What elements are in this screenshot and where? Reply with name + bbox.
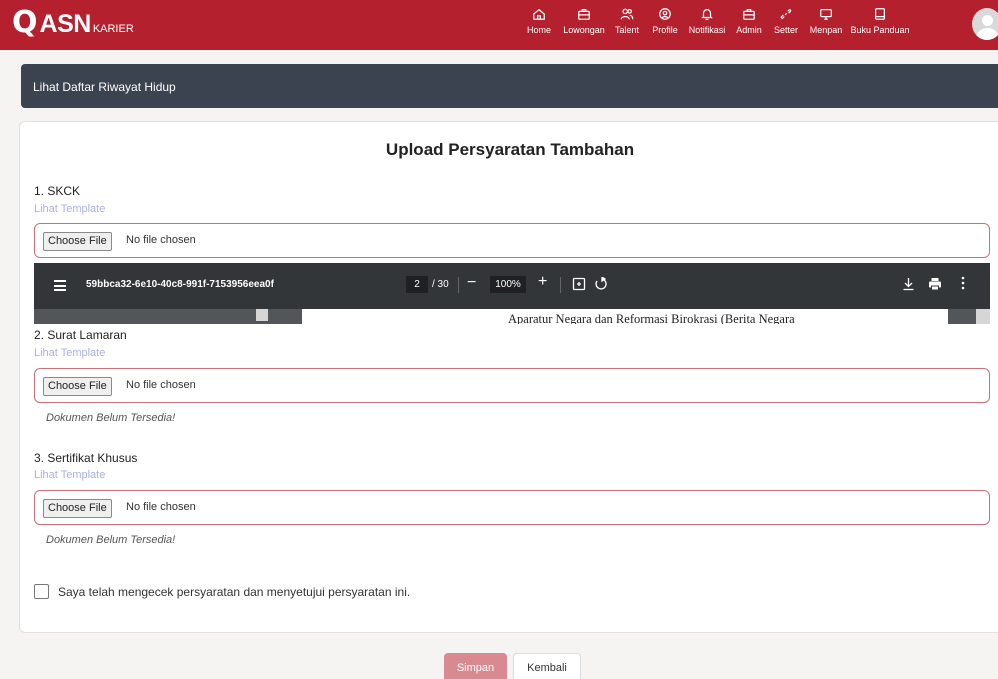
agree-checkbox[interactable]: [34, 584, 49, 599]
pdf-file-name: 59bbca32-6e10-40c8-991f-7153956eea0f: [86, 279, 274, 290]
top-navbar: Q ASN KARIER Home Lowongan Talent Profil…: [0, 0, 998, 50]
rotate-icon[interactable]: [594, 277, 608, 291]
nav-item-label: Admin: [736, 25, 762, 35]
nav-item-admin[interactable]: Admin: [730, 7, 768, 35]
skck-label: 1. SKCK: [34, 184, 81, 198]
toolbar-divider: [560, 277, 561, 293]
zoom-out-icon[interactable]: −: [467, 274, 476, 292]
sertifikat-khusus-template-link[interactable]: Lihat Template: [34, 469, 105, 481]
nav-item-setter[interactable]: Setter: [768, 7, 804, 35]
sertifikat-khusus-not-available: Dokumen Belum Tersedia!: [46, 534, 176, 546]
avatar-head: [982, 15, 993, 26]
fit-page-icon[interactable]: [572, 277, 586, 291]
avatar[interactable]: [972, 8, 998, 40]
pdf-page: Aparatur Negara dan Reformasi Birokrasi …: [302, 309, 948, 324]
pdf-document-area[interactable]: Aparatur Negara dan Reformasi Birokrasi …: [34, 309, 990, 324]
nav-item-menpan[interactable]: Menpan: [804, 7, 848, 35]
briefcase-icon: [743, 9, 755, 20]
nav-menu: Home Lowongan Talent Profile Notifikasi …: [518, 7, 912, 35]
profile-icon: [659, 8, 671, 20]
more-options-icon[interactable]: [961, 276, 965, 290]
surat-lamaran-template-link[interactable]: Lihat Template: [34, 347, 105, 359]
nav-item-label: Home: [526, 25, 551, 35]
briefcase-icon: [578, 9, 590, 20]
download-icon[interactable]: [902, 277, 915, 291]
save-button[interactable]: Simpan: [444, 653, 507, 679]
pdf-page-input[interactable]: 2: [406, 276, 428, 293]
zoom-in-icon[interactable]: +: [538, 273, 547, 291]
page-title: Upload Persyaratan Tambahan: [385, 140, 635, 159]
sertifikat-khusus-file-input[interactable]: Choose File No file chosen: [34, 490, 990, 525]
nav-item-label: Lowongan: [563, 25, 605, 35]
view-cv-link[interactable]: Lihat Daftar Riwayat Hidup: [33, 80, 176, 94]
skck-file-input[interactable]: Choose File No file chosen: [34, 223, 990, 258]
brand-logo-asn: ASN: [39, 10, 92, 38]
pdf-page-text: Aparatur Negara dan Reformasi Birokrasi …: [508, 312, 795, 324]
brand-logo-q: Q: [12, 5, 38, 40]
back-button[interactable]: Kembali: [513, 653, 581, 679]
nav-item-label: Notifikasi: [688, 25, 726, 35]
nav-item-talent[interactable]: Talent: [608, 7, 646, 35]
nav-item-notifikasi[interactable]: Notifikasi: [684, 7, 730, 35]
nav-item-profile[interactable]: Profile: [646, 7, 684, 35]
nav-item-label: Buku Panduan: [850, 25, 910, 35]
print-icon[interactable]: [928, 277, 942, 291]
pdf-page-total: / 30: [432, 279, 449, 290]
pdf-zoom-input[interactable]: 100%: [490, 276, 526, 293]
skck-template-link[interactable]: Lihat Template: [34, 203, 105, 215]
nav-item-label: Setter: [773, 25, 798, 35]
toolbar-divider: [458, 277, 459, 293]
scrollbar-thumb[interactable]: [256, 309, 268, 321]
menu-icon[interactable]: [54, 280, 66, 291]
brand-logo-karier: KARIER: [92, 23, 134, 35]
agree-label: Saya telah mengecek persyaratan dan meny…: [58, 584, 411, 599]
skck-file-status: No file chosen: [126, 234, 196, 246]
sertifikat-khusus-file-status: No file chosen: [126, 501, 196, 513]
sertifikat-khusus-label: 3. Sertifikat Khusus: [34, 451, 138, 465]
surat-lamaran-not-available: Dokumen Belum Tersedia!: [46, 412, 176, 424]
nav-item-buku-panduan[interactable]: Buku Panduan: [848, 7, 912, 35]
surat-lamaran-file-status: No file chosen: [126, 379, 196, 391]
surat-lamaran-file-input[interactable]: Choose File No file chosen: [34, 368, 990, 403]
nav-item-label: Menpan: [809, 25, 843, 35]
surat-lamaran-label: 2. Surat Lamaran: [34, 328, 127, 342]
nav-item-home[interactable]: Home: [518, 7, 560, 35]
users-icon: [620, 8, 634, 20]
home-icon: [533, 8, 545, 20]
avatar-body: [977, 28, 998, 40]
nav-item-label: Talent: [614, 25, 640, 35]
bell-icon: [701, 9, 713, 21]
nav-item-label: Profile: [652, 25, 678, 35]
nav-item-lowongan[interactable]: Lowongan: [560, 7, 608, 35]
cv-bar: Lihat Daftar Riwayat Hidup: [21, 64, 998, 108]
agree-row: Saya telah mengecek persyaratan dan meny…: [34, 584, 410, 599]
book-icon: [875, 8, 885, 20]
skck-choose-file-button[interactable]: Choose File: [43, 232, 112, 251]
monitor-icon: [820, 9, 832, 20]
sertifikat-khusus-choose-file-button[interactable]: Choose File: [43, 499, 112, 518]
surat-lamaran-choose-file-button[interactable]: Choose File: [43, 377, 112, 396]
pdf-viewer-toolbar: 59bbca32-6e10-40c8-991f-7153956eea0f 2 /…: [34, 263, 990, 309]
scrollbar[interactable]: [976, 309, 990, 324]
link-icon: [780, 9, 792, 19]
brand-logo[interactable]: Q ASN KARIER: [12, 5, 134, 40]
